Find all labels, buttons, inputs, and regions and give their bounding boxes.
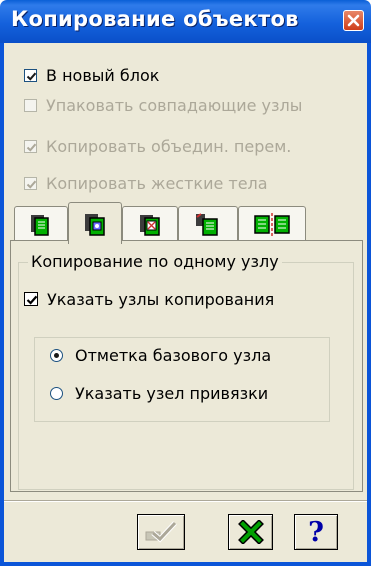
pack-nodes-option: Упаковать совпадающие узлы	[24, 93, 302, 117]
checkmark-icon	[26, 180, 37, 189]
copy-by-node-icon	[85, 213, 105, 236]
cancel-x-icon	[237, 520, 264, 544]
copy-merged-vars-label: Копировать объедин. перем.	[46, 136, 292, 156]
close-icon	[347, 14, 360, 27]
copy-simple-icon	[31, 214, 49, 236]
tab-copy-symmetric[interactable]	[238, 206, 306, 240]
close-button[interactable]	[343, 10, 364, 31]
copy-mirror-icon	[196, 212, 218, 236]
tab-copy-mirror[interactable]	[178, 206, 238, 240]
copy-rotate-icon	[140, 214, 160, 236]
radio-snap-node-label: Указать узел привязки	[75, 383, 269, 403]
pack-nodes-checkbox	[24, 98, 37, 112]
new-block-option[interactable]: В новый блок	[24, 63, 159, 87]
radio-base-node-label: Отметка базового узла	[75, 345, 272, 365]
tab-copy-simple[interactable]	[14, 206, 68, 240]
tab-copy-by-node[interactable]	[68, 202, 122, 244]
button-separator	[4, 500, 367, 502]
specify-nodes-option[interactable]: Указать узлы копирования	[24, 287, 274, 311]
new-block-label: В новый блок	[46, 65, 160, 85]
new-block-checkbox[interactable]	[24, 68, 37, 82]
specify-nodes-checkbox[interactable]	[24, 292, 38, 306]
cancel-button[interactable]	[228, 514, 273, 550]
copy-rigid-bodies-option: Копировать жесткие тела	[24, 171, 268, 195]
title-bar[interactable]: Копирование объектов	[0, 0, 371, 43]
copy-symmetric-icon	[254, 212, 290, 236]
radio-base-node-button[interactable]	[50, 348, 63, 362]
tab-copy-rotate[interactable]	[122, 206, 178, 240]
radio-selected-dot	[54, 352, 59, 358]
help-button[interactable]: ?	[294, 514, 338, 550]
pack-nodes-label: Упаковать совпадающие узлы	[46, 95, 303, 115]
radio-snap-node[interactable]: Указать узел привязки	[50, 381, 268, 405]
specify-nodes-label: Указать узлы копирования	[47, 289, 275, 309]
copy-merged-vars-checkbox	[24, 139, 37, 153]
copy-merged-vars-option: Копировать объедин. перем.	[24, 134, 291, 158]
apply-button	[137, 514, 185, 550]
help-icon: ?	[308, 516, 324, 548]
copy-rigid-bodies-checkbox	[24, 176, 37, 190]
copy-rigid-bodies-label: Копировать жесткие тела	[46, 173, 268, 193]
checkmark-icon	[26, 295, 38, 305]
radio-base-node[interactable]: Отметка базового узла	[50, 343, 271, 367]
group-title: Копирование по одному узлу	[28, 252, 282, 271]
checkmark-icon	[26, 143, 37, 152]
checkmark-icon	[26, 72, 37, 81]
radio-snap-node-button[interactable]	[50, 386, 63, 400]
apply-check-icon	[145, 521, 177, 543]
dialog-window: Копирование объектов В новый блок Упаков…	[0, 0, 371, 566]
window-title: Копирование объектов	[11, 7, 299, 31]
